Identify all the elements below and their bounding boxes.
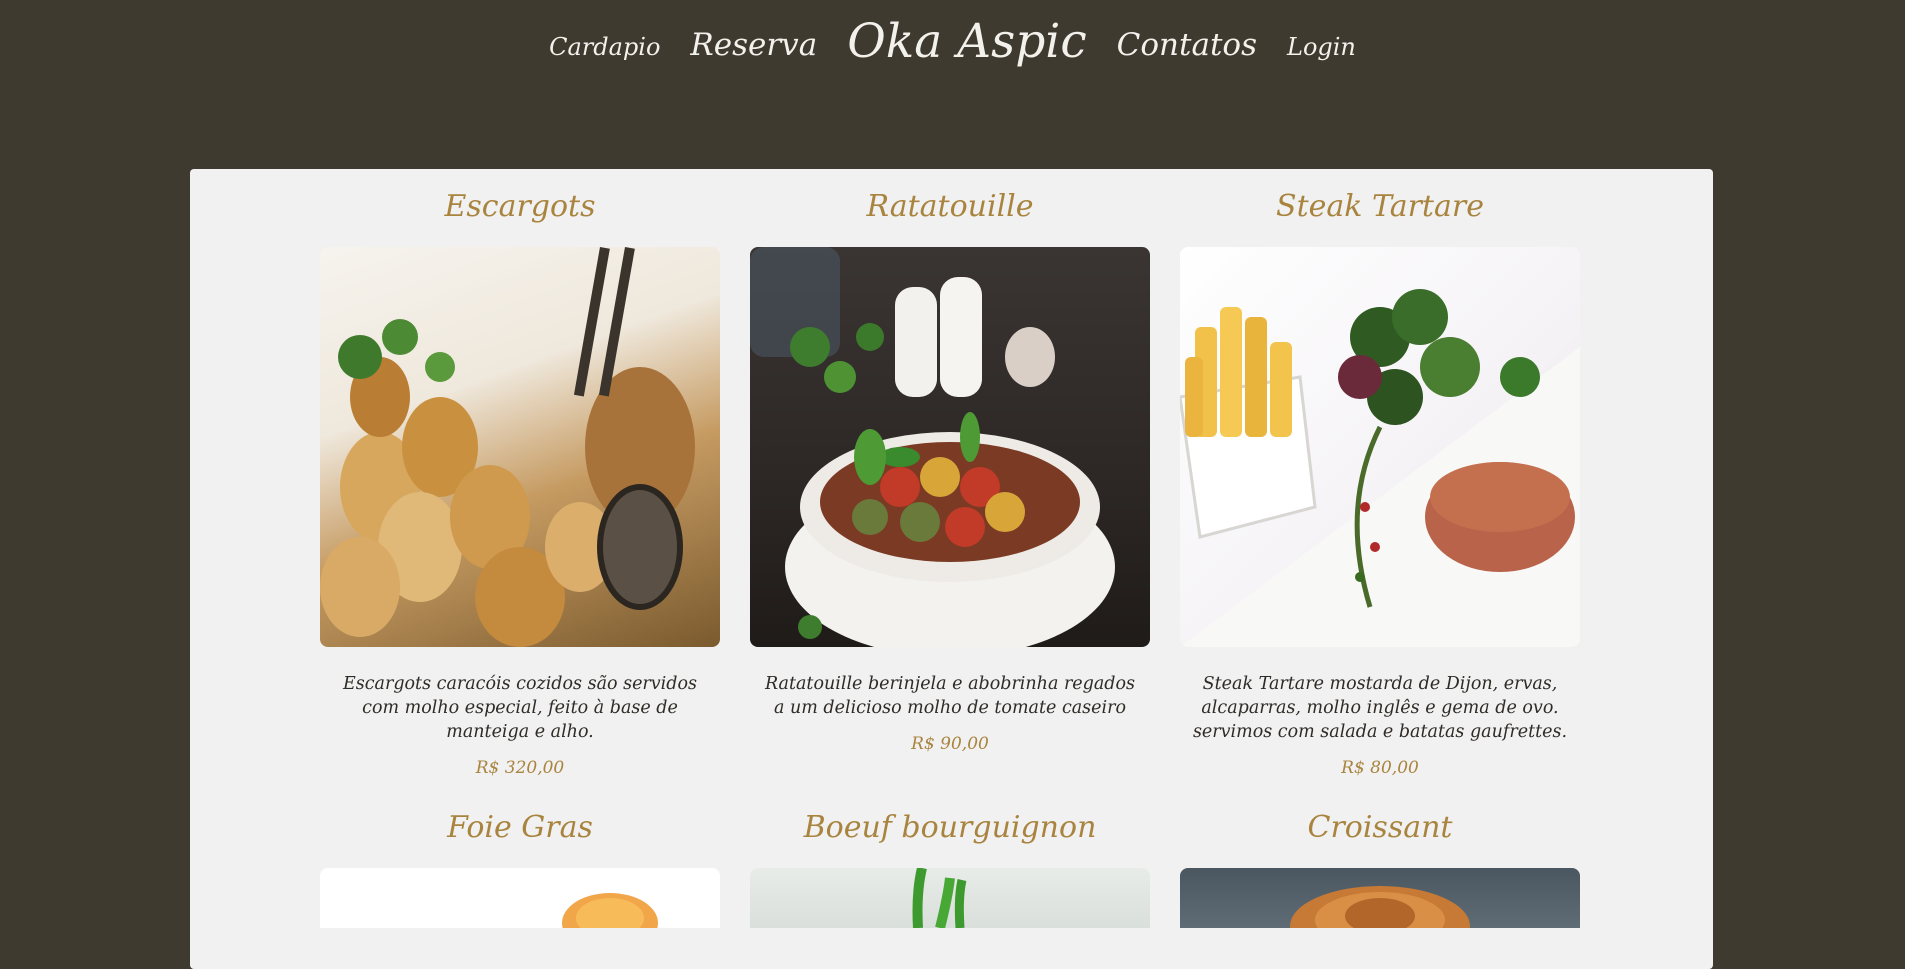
nav-login[interactable]: Login — [1287, 29, 1356, 61]
dish-name: Foie Gras — [447, 810, 593, 845]
dish-name: Ratatouille — [866, 189, 1034, 224]
dish-description: Escargots caracóis cozidos são servidos … — [342, 674, 698, 742]
dish-photo — [320, 868, 720, 928]
dish-grid: Escargots Escargots caracóis cozidos são… — [320, 187, 1580, 928]
dish-name: Steak Tartare — [1276, 189, 1484, 224]
dish-price: R$ 90,00 — [911, 734, 989, 754]
dish-card: Foie Gras — [320, 808, 720, 928]
dish-description: Steak Tartare mostarda de Dijon, ervas, … — [1192, 674, 1568, 742]
dish-photo — [750, 868, 1150, 928]
dish-photo — [320, 247, 720, 647]
dish-photo — [750, 247, 1150, 647]
dish-card: Ratatouille Ratatouille berinjela e abob… — [750, 187, 1150, 778]
dish-card: Boeuf bourguignon — [750, 808, 1150, 928]
brand-logo-link[interactable]: Oka Aspic — [847, 14, 1086, 77]
dish-card: Steak Tartare Steak Tartare mostarda de … — [1180, 187, 1580, 778]
dish-card: Croissant — [1180, 808, 1580, 928]
dish-description: Ratatouille berinjela e abobrinha regado… — [764, 674, 1136, 718]
dish-photo — [1180, 868, 1580, 928]
nav-reserva[interactable]: Reserva — [690, 27, 817, 63]
menu-panel: Escargots Escargots caracóis cozidos são… — [190, 169, 1713, 969]
dish-price: R$ 320,00 — [475, 758, 565, 778]
dish-name: Croissant — [1307, 810, 1453, 845]
nav-contatos[interactable]: Contatos — [1117, 27, 1257, 63]
top-navigation: Cardapio Reserva Oka Aspic Contatos Logi… — [0, 0, 1905, 90]
dish-card: Escargots Escargots caracóis cozidos são… — [320, 187, 720, 778]
dish-name: Escargots — [444, 189, 596, 224]
dish-photo — [1180, 247, 1580, 647]
dish-name: Boeuf bourguignon — [803, 810, 1097, 845]
dish-price: R$ 80,00 — [1341, 758, 1419, 778]
nav-cardapio[interactable]: Cardapio — [549, 29, 660, 61]
